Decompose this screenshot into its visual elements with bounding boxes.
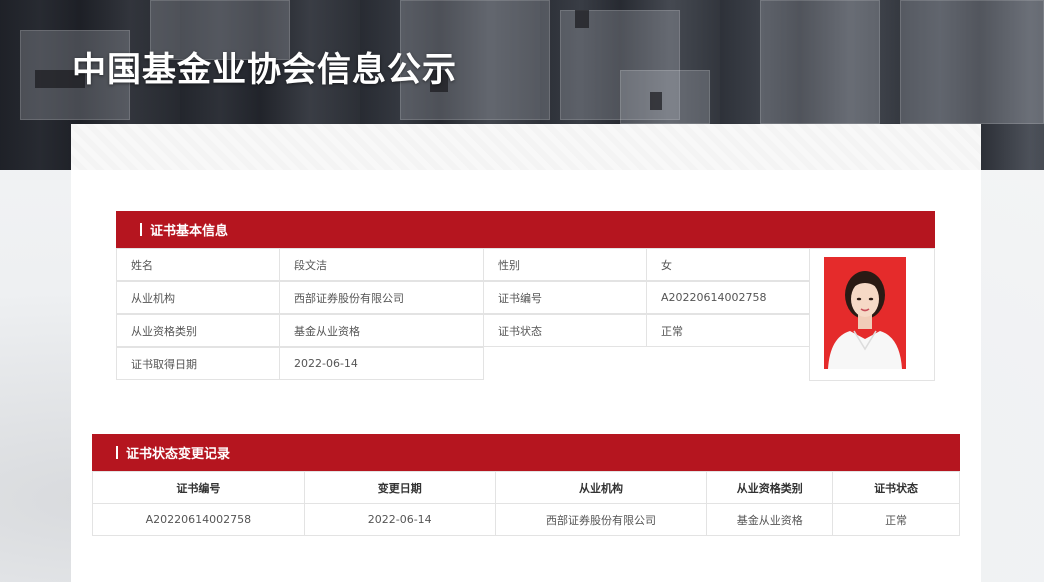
col-change-date: 变更日期 [303,471,496,504]
label-qualification: 从业资格类别 [116,314,280,347]
header-bar-icon [140,223,142,236]
value-cert-number: A20220614002758 [646,281,810,314]
banner-decoration [620,70,710,124]
banner-decoration [650,92,662,110]
avatar [824,257,906,369]
card-pattern [71,124,981,170]
cell-cert-number: A20220614002758 [92,503,305,536]
site-title: 中国基金业协会信息公示 [72,50,457,90]
value-gender: 女 [646,248,810,281]
label-cert-date: 证书取得日期 [116,347,280,380]
history-table: 证书编号 变更日期 从业机构 从业资格类别 证书状态 A202206140027… [92,471,960,536]
value-cert-date: 2022-06-14 [279,347,484,380]
photo-frame [809,248,935,381]
cell-status: 正常 [832,503,960,536]
table-header-row: 证书编号 变更日期 从业机构 从业资格类别 证书状态 [92,471,960,504]
col-status: 证书状态 [832,471,960,504]
col-cert-number: 证书编号 [92,471,305,504]
label-cert-status: 证书状态 [483,314,647,347]
history-title: 证书状态变更记录 [126,447,231,462]
label-institution: 从业机构 [116,281,280,314]
basic-info-title: 证书基本信息 [150,224,229,239]
label-name: 姓名 [116,248,280,281]
cell-qualification: 基金从业资格 [706,503,834,536]
basic-info-header: 证书基本信息 [116,211,935,248]
cell-institution: 西部证券股份有限公司 [494,503,708,536]
banner-decoration [760,0,880,124]
value-name: 段文洁 [279,248,484,281]
banner-decoration [575,10,589,28]
portrait-icon [824,257,906,369]
history-header: 证书状态变更记录 [92,434,960,471]
value-cert-status: 正常 [646,314,810,347]
value-institution: 西部证券股份有限公司 [279,281,484,314]
cell-change-date: 2022-06-14 [303,503,496,536]
label-cert-number: 证书编号 [483,281,647,314]
col-institution: 从业机构 [494,471,708,504]
value-qualification: 基金从业资格 [279,314,484,347]
table-row: A20220614002758 2022-06-14 西部证券股份有限公司 基金… [92,503,960,536]
banner-decoration [900,0,1044,124]
col-qualification: 从业资格类别 [706,471,834,504]
label-gender: 性别 [483,248,647,281]
header-bar-icon [116,446,118,459]
